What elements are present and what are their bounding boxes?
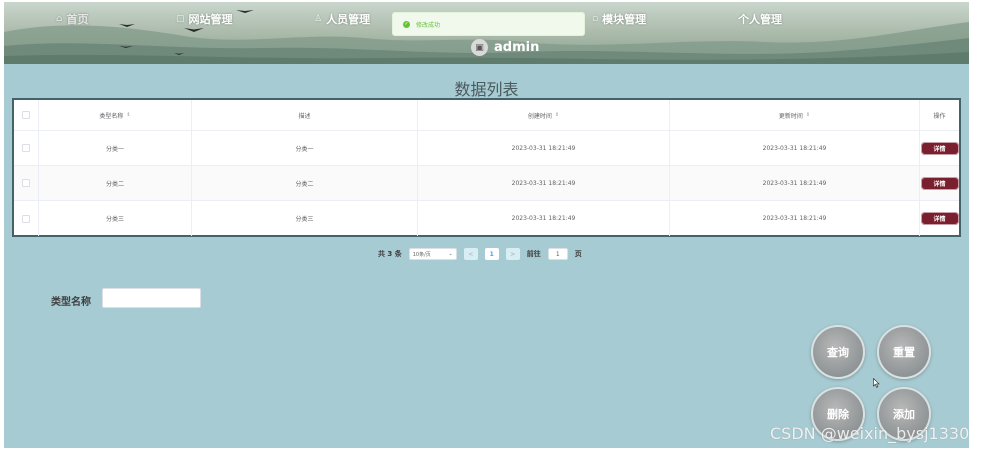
next-page-button[interactable]: > [505,248,520,260]
nav-staff-management[interactable]: ♙ 人员管理 [314,11,370,27]
avatar-icon: ▣ [471,39,488,56]
header-type-name[interactable]: 类型名称 ⇕ [39,100,192,130]
header-banner: ⌂ 首页 ▢ 网站管理 ♙ 人员管理 ▫ 模块管理 个人管理 ▣ admin ✓… [4,2,969,64]
prev-page-button[interactable]: < [463,248,478,260]
sort-icon[interactable]: ⇕ [126,112,130,118]
cell-actions: 详情 [920,131,959,165]
cell-updated-time: 2023-03-31 18:21:49 [670,166,920,200]
row-checkbox[interactable] [22,144,30,152]
monitor-icon: ▢ [176,14,185,24]
goto-prefix: 前往 [526,250,541,258]
row-checkbox[interactable] [22,179,30,187]
table-row: 分类一 分类一 2023-03-31 18:21:49 2023-03-31 1… [14,131,959,166]
cell-description: 分类一 [192,131,418,165]
detail-button[interactable]: 详情 [920,176,959,190]
goto-page-input[interactable]: 1 [547,248,568,260]
nav-personal-management-label: 个人管理 [738,13,782,26]
goto-suffix: 页 [574,250,582,258]
detail-button[interactable]: 详情 [920,141,959,155]
cell-type-name: 分类一 [39,131,192,165]
cell-description: 分类二 [192,166,418,200]
page-size-select[interactable]: 10条/页 ⌄ [408,248,457,260]
nav-staff-management-label: 人员管理 [326,13,371,26]
app-frame: ⌂ 首页 ▢ 网站管理 ♙ 人员管理 ▫ 模块管理 个人管理 ▣ admin ✓… [4,2,969,448]
nav-module-management-label: 模块管理 [602,13,647,26]
cell-actions: 详情 [920,166,959,200]
cell-updated-time: 2023-03-31 18:21:49 [670,131,920,165]
user-menu[interactable]: ▣ admin [471,39,539,56]
header-created-time-label: 创建时间 [527,112,552,120]
total-count: 共 3 条 [378,250,402,258]
cell-created-time: 2023-03-31 18:21:49 [418,201,670,236]
reset-button[interactable]: 重置 [877,325,931,379]
nav-module-management[interactable]: ▫ 模块管理 [592,11,646,27]
check-circle-icon: ✓ [403,20,410,28]
search-type-name-label: 类型名称 [51,297,91,308]
cell-actions: 详情 [920,201,959,236]
cell-type-name: 分类三 [39,201,192,236]
cell-created-time: 2023-03-31 18:21:49 [418,166,670,200]
pagination: 共 3 条 10条/页 ⌄ < 1 > 前往 1 页 [378,248,582,260]
nav-home[interactable]: ⌂ 首页 [56,11,88,27]
header-description-label: 描述 [298,112,311,120]
success-toast: ✓ 修改成功 [392,12,585,36]
row-select-cell [14,166,39,200]
header-type-name-label: 类型名称 [99,112,124,120]
cell-type-name: 分类二 [39,166,192,200]
data-table: 类型名称 ⇕ 描述 创建时间 ⇕ 更新时间 ⇕ 操作 分类一 分类一 2023-03-… [12,98,961,237]
sort-icon[interactable]: ⇕ [806,112,810,118]
row-select-cell [14,131,39,165]
detail-button[interactable]: 详情 [920,212,959,225]
header-actions: 操作 [920,100,959,130]
table-row: 分类三 分类三 2023-03-31 18:21:49 2023-03-31 1… [14,201,959,236]
user-icon: ♙ [314,14,323,24]
nav-site-management-label: 网站管理 [188,13,233,26]
cell-updated-time: 2023-03-31 18:21:49 [670,201,920,236]
mouse-cursor-icon [873,378,880,388]
page-number-button[interactable]: 1 [484,248,499,260]
watermark: CSDN @weixin_bysj1330 [770,424,970,443]
header-created-time[interactable]: 创建时间 ⇕ [418,100,670,130]
header-updated-time[interactable]: 更新时间 ⇕ [670,100,920,130]
page-title: 数据列表 [454,80,519,99]
cell-created-time: 2023-03-31 18:21:49 [418,131,670,165]
search-type-name-input[interactable] [102,288,201,308]
table-header-row: 类型名称 ⇕ 描述 创建时间 ⇕ 更新时间 ⇕ 操作 [14,100,959,131]
query-button[interactable]: 查询 [811,325,865,379]
header-updated-time-label: 更新时间 [778,112,803,120]
table-row: 分类二 分类二 2023-03-31 18:21:49 2023-03-31 1… [14,166,959,201]
sort-icon[interactable]: ⇕ [555,112,559,118]
home-icon: ⌂ [56,14,63,24]
header-select-cell [14,100,39,130]
row-checkbox[interactable] [22,214,30,223]
username: admin [494,40,540,55]
row-select-cell [14,201,39,236]
nav-home-label: 首页 [66,13,89,26]
header-actions-label: 操作 [933,112,946,120]
select-all-checkbox[interactable] [22,111,30,119]
nav-personal-management[interactable]: 个人管理 [738,11,782,27]
toast-message: 修改成功 [416,21,441,29]
nav-site-management[interactable]: ▢ 网站管理 [176,11,233,27]
chevron-down-icon: ⌄ [448,251,453,257]
cell-description: 分类三 [192,201,418,236]
module-icon: ▫ [592,14,599,24]
header-description: 描述 [192,100,418,130]
page-size-value: 10条/页 [412,251,431,258]
